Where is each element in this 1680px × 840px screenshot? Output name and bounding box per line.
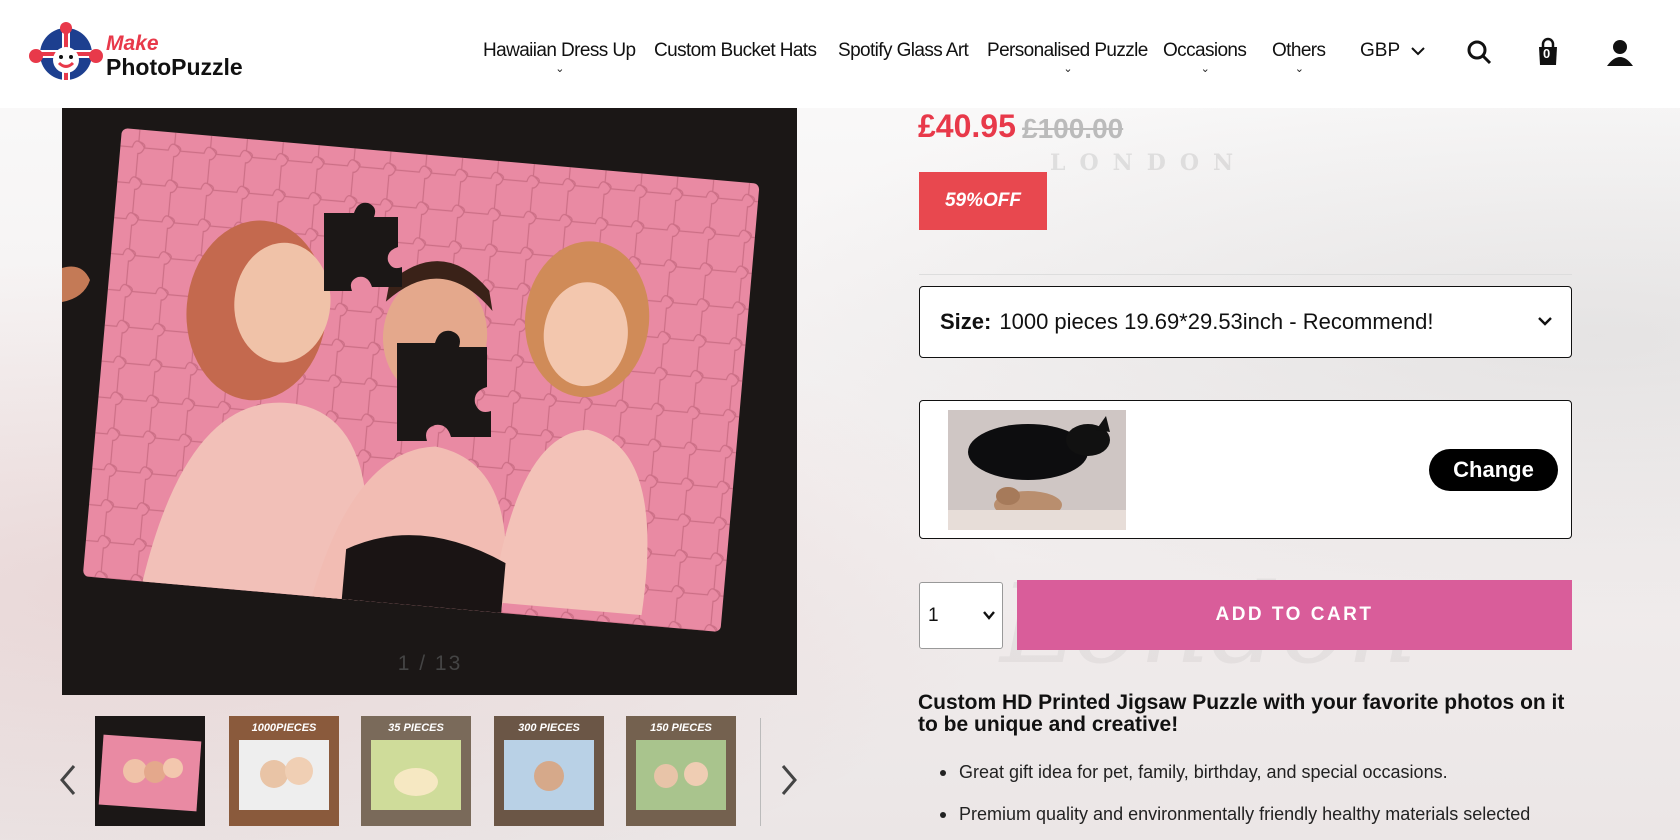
description-title: Custom HD Printed Jigsaw Puzzle with you… bbox=[918, 691, 1565, 736]
size-select[interactable]: Size: 1000 pieces 19.69*29.53inch - Reco… bbox=[919, 286, 1572, 358]
list-item: Premium quality and environmentally frie… bbox=[940, 804, 1580, 825]
currency-selector[interactable]: GBP bbox=[1360, 40, 1425, 62]
thumbnail-5[interactable]: 150 PIECES bbox=[626, 716, 736, 826]
chevron-down-icon bbox=[1411, 47, 1425, 56]
nav-item-personalised-puzzle[interactable]: Personalised Puzzle ⌄ bbox=[987, 40, 1148, 75]
nav-item-label: Hawaiian Dress Up bbox=[483, 40, 636, 61]
chevron-down-icon bbox=[983, 611, 995, 620]
logo-mark-icon bbox=[29, 22, 103, 80]
original-price: £100.00 bbox=[1022, 113, 1124, 144]
nav-item-label: Custom Bucket Hats bbox=[654, 40, 817, 61]
nav-item-label: Personalised Puzzle bbox=[987, 40, 1148, 61]
thumbnail-label: 300 PIECES bbox=[518, 722, 580, 734]
logo-text-make: Make bbox=[106, 32, 159, 55]
chevron-down-icon: ⌄ bbox=[555, 63, 564, 75]
site-header: Make PhotoPuzzle Hawaiian Dress Up ⌄ Cus… bbox=[0, 0, 1680, 108]
thumbnail-4[interactable]: 300 PIECES bbox=[494, 716, 604, 826]
thumbnail-image bbox=[98, 734, 202, 812]
london-stamp-decoration: LONDON bbox=[1050, 150, 1248, 176]
list-item: Great gift idea for pet, family, birthda… bbox=[940, 762, 1580, 783]
description-bullets: Great gift idea for pet, family, birthda… bbox=[940, 762, 1580, 840]
thumbnail-label: 150 PIECES bbox=[650, 722, 712, 734]
size-select-value: 1000 pieces 19.69*29.53inch - Recommend! bbox=[999, 309, 1434, 334]
add-to-cart-button[interactable]: ADD TO CART bbox=[1017, 580, 1572, 650]
thumbnail-strip: 1000PIECES 35 PIECES 300 PIECES 150 PIEC… bbox=[52, 716, 812, 830]
nav-item-label: Others bbox=[1272, 40, 1326, 61]
user-icon[interactable] bbox=[1604, 36, 1636, 68]
cart-count-badge: 0 bbox=[1543, 46, 1551, 61]
chevron-down-icon: ⌄ bbox=[1294, 63, 1304, 75]
nav-item-others[interactable]: Others ⌄ bbox=[1272, 40, 1326, 75]
nav-item-spotify-glass-art[interactable]: Spotify Glass Art bbox=[838, 40, 969, 62]
chevron-down-icon: ⌄ bbox=[1063, 63, 1072, 75]
main-product-image[interactable] bbox=[62, 108, 797, 695]
photo-upload-box: Change bbox=[919, 400, 1572, 539]
nav-item-label: Occasions bbox=[1163, 40, 1247, 61]
image-counter: 1 / 13 bbox=[397, 652, 463, 675]
nav-item-custom-bucket-hats[interactable]: Custom Bucket Hats bbox=[654, 40, 817, 62]
current-price: £40.95 bbox=[918, 108, 1016, 144]
change-photo-button[interactable]: Change bbox=[1429, 449, 1558, 491]
nav-item-hawaiian-dress-up[interactable]: Hawaiian Dress Up ⌄ bbox=[483, 40, 636, 75]
section-divider bbox=[919, 274, 1572, 275]
chevron-down-icon: ⌄ bbox=[1200, 63, 1210, 75]
thumbnail-2[interactable]: 1000PIECES bbox=[229, 716, 339, 826]
thumbnail-3[interactable]: 35 PIECES bbox=[361, 716, 471, 826]
thumbnail-label: 35 PIECES bbox=[388, 722, 444, 734]
discount-badge: 59%OFF bbox=[919, 172, 1047, 230]
logo-text-photopuzzle: PhotoPuzzle bbox=[106, 54, 243, 80]
thumbnail-label: 1000PIECES bbox=[251, 722, 317, 734]
nav-item-occasions[interactable]: Occasions ⌄ bbox=[1163, 40, 1247, 75]
search-icon[interactable] bbox=[1464, 36, 1496, 68]
quantity-value: 1 bbox=[928, 604, 939, 626]
site-logo[interactable]: Make PhotoPuzzle bbox=[26, 20, 256, 86]
thumbnail-1[interactable] bbox=[95, 716, 205, 826]
uploaded-photo-image bbox=[948, 410, 1126, 530]
currency-label: GBP bbox=[1360, 40, 1400, 61]
uploaded-photo bbox=[948, 410, 1126, 530]
quantity-select[interactable]: 1 bbox=[919, 582, 1003, 649]
bag-icon[interactable]: 0 bbox=[1532, 36, 1564, 68]
size-select-label: Size: bbox=[940, 309, 992, 334]
chevron-down-icon bbox=[1538, 317, 1552, 326]
nav-item-label: Spotify Glass Art bbox=[838, 40, 969, 61]
puzzle-photo-illustration bbox=[62, 108, 797, 695]
